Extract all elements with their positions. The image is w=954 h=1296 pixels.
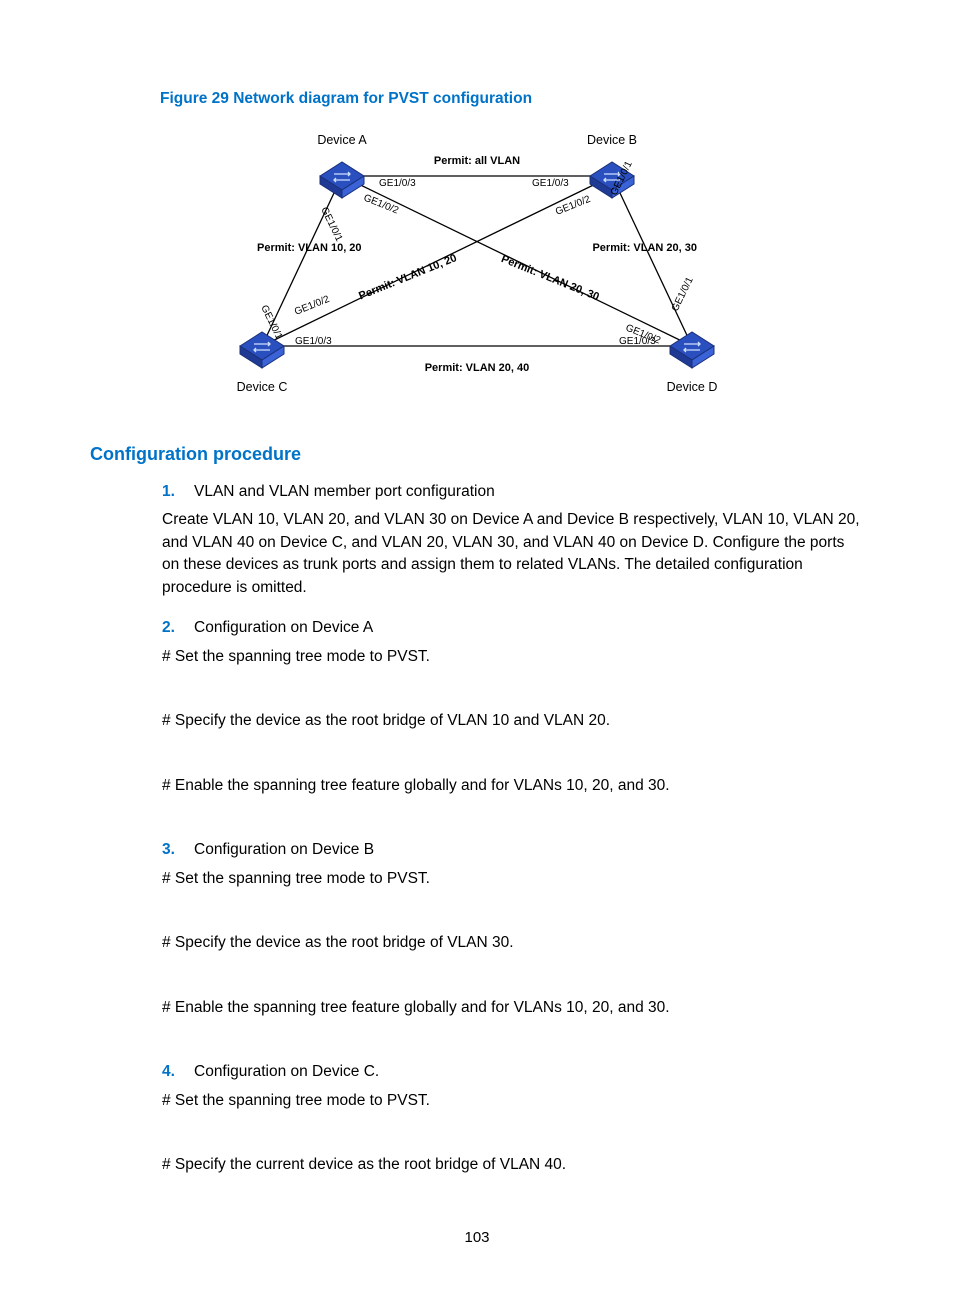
page: Figure 29 Network diagram for PVST confi… [0, 0, 954, 1296]
list-text: Configuration on Device C. [194, 1061, 379, 1083]
device-d-label: Device D [667, 380, 718, 394]
list-number: 3. [162, 839, 194, 861]
page-number: 103 [0, 1229, 954, 1246]
list-text: Configuration on Device B [194, 839, 374, 861]
permit-left: Permit: VLAN 10, 20 [257, 242, 362, 254]
svg-text:GE1/0/2: GE1/0/2 [554, 194, 593, 218]
svg-text:GE1/0/3: GE1/0/3 [619, 336, 656, 347]
list-text: VLAN and VLAN member port configuration [194, 481, 495, 503]
device-b-step-1: # Set the spanning tree mode to PVST. [162, 868, 864, 890]
svg-text:GE1/0/3: GE1/0/3 [379, 178, 416, 189]
device-b-step-2: # Specify the device as the root bridge … [162, 932, 864, 954]
device-a-label: Device A [317, 133, 367, 147]
permit-right: Permit: VLAN 20, 30 [592, 242, 697, 254]
permit-diag-left: Permit: VLAN 10, 20 [357, 252, 458, 302]
list-item-4: 4. Configuration on Device C. [162, 1061, 864, 1083]
permit-top: Permit: all VLAN [434, 155, 520, 167]
list-number: 4. [162, 1061, 194, 1083]
list-item-3: 3. Configuration on Device B [162, 839, 864, 861]
body-content: 1. VLAN and VLAN member port configurati… [162, 481, 864, 1177]
svg-text:GE1/0/2: GE1/0/2 [293, 294, 332, 318]
device-b-step-3: # Enable the spanning tree feature globa… [162, 997, 864, 1019]
device-c-step-1: # Set the spanning tree mode to PVST. [162, 1090, 864, 1112]
list-item-2: 2. Configuration on Device A [162, 617, 864, 639]
svg-text:GE1/0/1: GE1/0/1 [670, 275, 696, 313]
intro-paragraph: Create VLAN 10, VLAN 20, and VLAN 30 on … [162, 509, 864, 599]
device-b-label: Device B [587, 133, 637, 147]
device-c-label: Device C [237, 380, 288, 394]
permit-bottom: Permit: VLAN 20, 40 [425, 362, 530, 374]
section-title: Configuration procedure [90, 444, 864, 465]
device-a-step-1: # Set the spanning tree mode to PVST. [162, 646, 864, 668]
figure-title: Figure 29 Network diagram for PVST confi… [160, 90, 864, 108]
list-number: 2. [162, 617, 194, 639]
permit-diag-right: Permit: VLAN 20, 30 [499, 253, 600, 303]
device-c-step-2: # Specify the current device as the root… [162, 1154, 864, 1176]
svg-text:GE1/0/3: GE1/0/3 [532, 178, 569, 189]
list-item-1: 1. VLAN and VLAN member port configurati… [162, 481, 864, 503]
device-a-step-3: # Enable the spanning tree feature globa… [162, 775, 864, 797]
svg-text:GE1/0/2: GE1/0/2 [362, 193, 401, 217]
device-a-step-2: # Specify the device as the root bridge … [162, 710, 864, 732]
svg-text:GE1/0/3: GE1/0/3 [295, 336, 332, 347]
svg-text:GE1/0/1: GE1/0/1 [318, 205, 344, 243]
network-diagram: Device A Device B Device C Device D Perm… [90, 116, 864, 416]
list-text: Configuration on Device A [194, 617, 373, 639]
list-number: 1. [162, 481, 194, 503]
